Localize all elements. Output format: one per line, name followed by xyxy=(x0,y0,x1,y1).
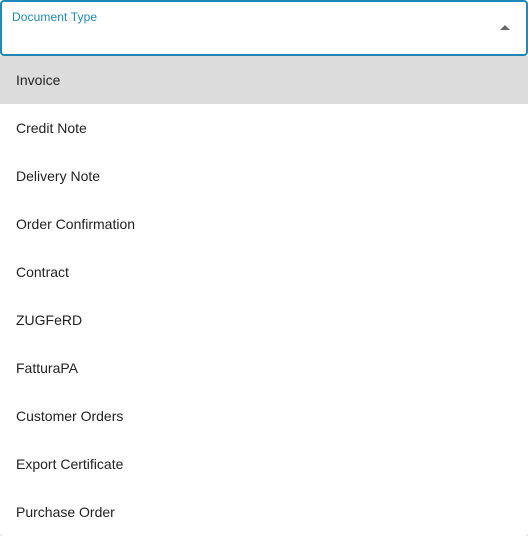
caret-up-icon[interactable] xyxy=(500,25,510,30)
option-customer-orders[interactable]: Customer Orders xyxy=(0,392,528,440)
option-purchase-order[interactable]: Purchase Order xyxy=(0,488,528,536)
option-delivery-note[interactable]: Delivery Note xyxy=(0,152,528,200)
document-type-label: Document Type xyxy=(12,10,98,24)
option-zugferd[interactable]: ZUGFeRD xyxy=(0,296,528,344)
option-order-confirmation[interactable]: Order Confirmation xyxy=(0,200,528,248)
option-fatturapa[interactable]: FatturaPA xyxy=(0,344,528,392)
document-type-options-menu: Invoice Credit Note Delivery Note Order … xyxy=(0,56,528,536)
option-credit-note[interactable]: Credit Note xyxy=(0,104,528,152)
option-contract[interactable]: Contract xyxy=(0,248,528,296)
document-type-select[interactable]: Document Type xyxy=(0,0,528,56)
option-export-certificate[interactable]: Export Certificate xyxy=(0,440,528,488)
option-invoice[interactable]: Invoice xyxy=(0,56,528,104)
